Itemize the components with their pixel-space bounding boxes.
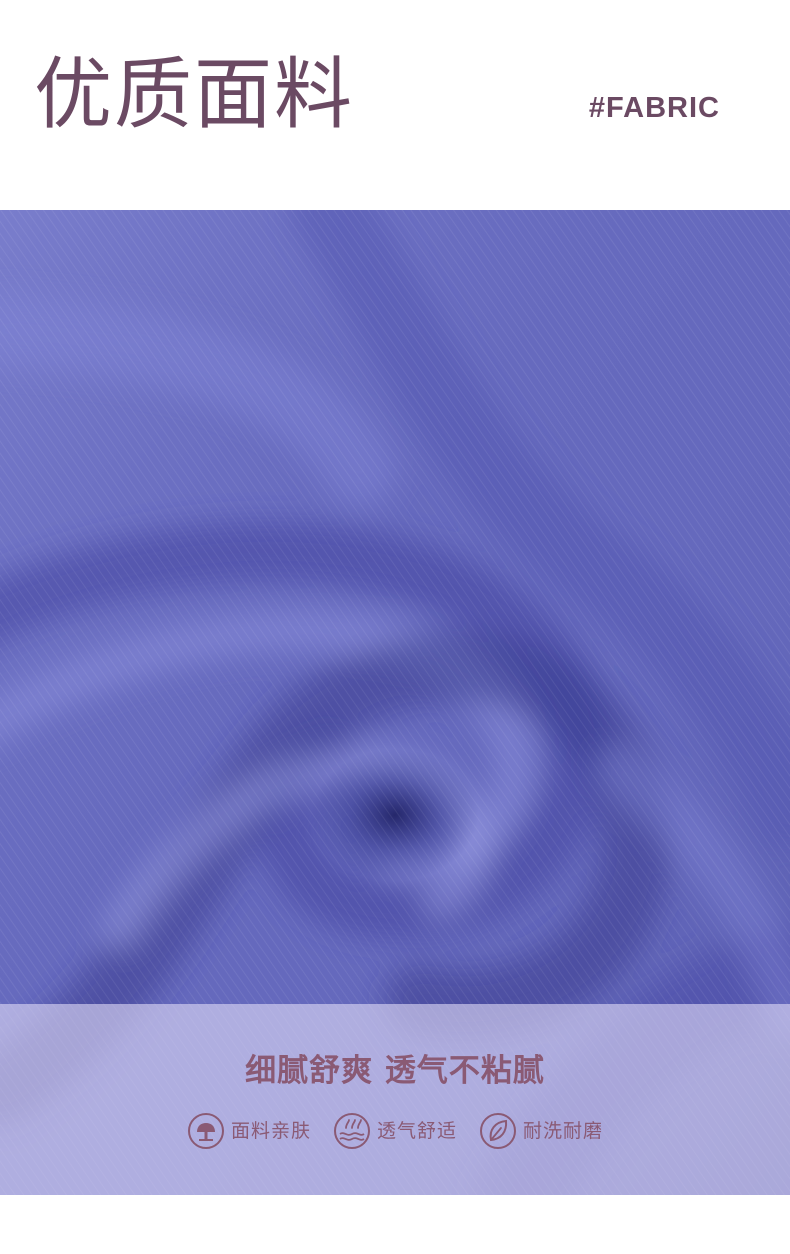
feature-skin-friendly: 面料亲肤 bbox=[187, 1112, 311, 1150]
page-footer bbox=[0, 1195, 790, 1254]
page-title: 优质面料 bbox=[34, 50, 355, 140]
caption-headline: 细腻舒爽 透气不粘腻 bbox=[245, 1053, 545, 1089]
feature-breathable: 透气舒适 bbox=[333, 1112, 457, 1150]
page-header: 优质面料 #FABRIC bbox=[0, 0, 790, 210]
feature-label: 耐洗耐磨 bbox=[523, 1119, 604, 1142]
fabric-tag: #FABRIC bbox=[588, 92, 720, 124]
tree-icon bbox=[187, 1113, 224, 1149]
caption-panel: 细腻舒爽 透气不粘腻 面料亲肤 透气舒适 耐洗耐磨 bbox=[0, 1004, 790, 1195]
breathable-waves-icon bbox=[333, 1113, 370, 1149]
leaf-icon bbox=[480, 1113, 516, 1149]
feature-label: 透气舒适 bbox=[376, 1119, 457, 1142]
feature-list: 面料亲肤 透气舒适 耐洗耐磨 bbox=[0, 1112, 790, 1150]
feature-label: 面料亲肤 bbox=[230, 1119, 311, 1142]
feature-durable: 耐洗耐磨 bbox=[479, 1112, 603, 1150]
